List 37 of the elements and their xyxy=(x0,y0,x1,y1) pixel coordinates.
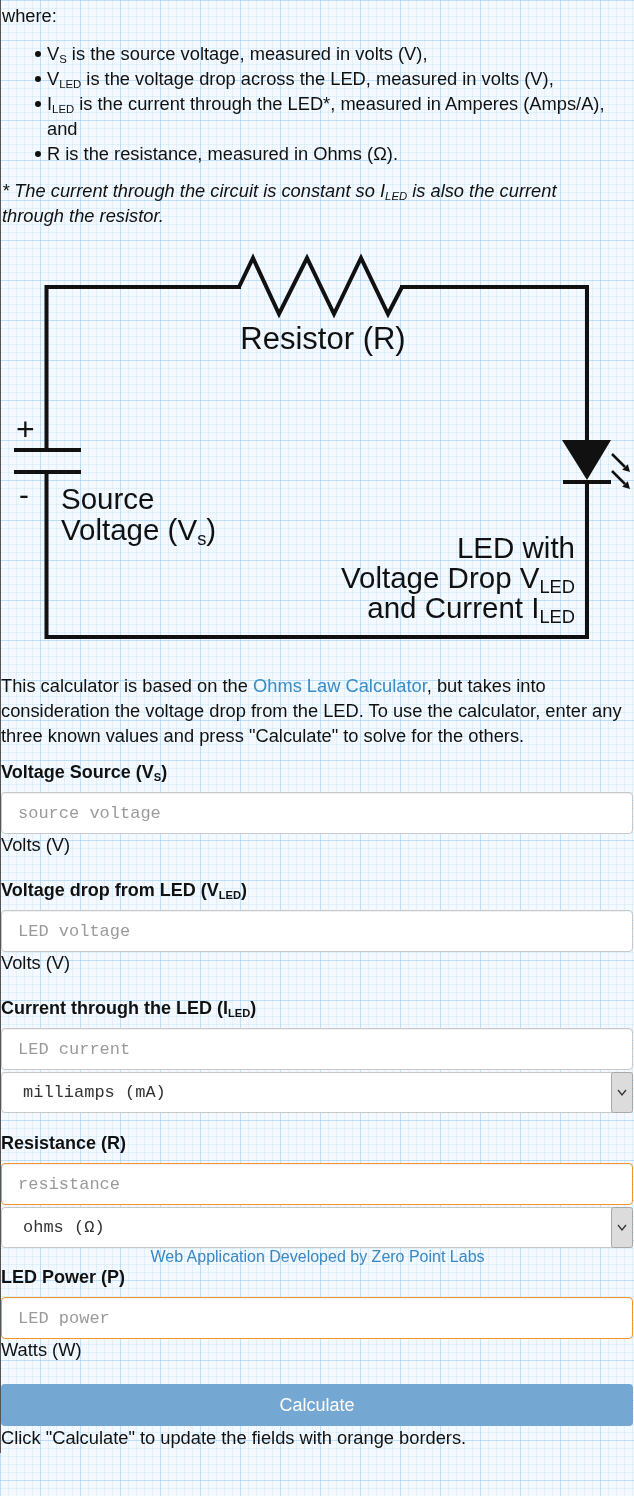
hint-text: Click "Calculate" to update the fields with orange borders. xyxy=(1,1426,468,1449)
led-symbol xyxy=(562,440,630,489)
description-paragraph: This calculator is based on the Ohms Law Calculator, but takes into consideration the voltage drop from the LED. To use the calculator, enter any three known values and press "Calculate" to solve for the others. xyxy=(1,674,623,748)
input-field[interactable]: LED voltage xyxy=(1,910,633,952)
field-label: LED Power (P) xyxy=(1,1266,126,1288)
led-label: LED with Voltage Drop V$_{LED}$ and Current I$_{LED}$ xyxy=(341,533,575,623)
source-label: Source Voltage (V$_{s}$) xyxy=(61,483,217,545)
unit-label: Watts (W) xyxy=(1,1339,83,1361)
credit-text: Web Application Developed by Zero Point Labs xyxy=(149,1248,486,1265)
definition-text: V$_{LED}$ is the voltage drop across the LED, measured in volts (V), xyxy=(47,67,555,91)
footnote-text: * The current through the circuit is constant so I$_{LED}$ is also the current through the resistor. xyxy=(1,179,558,228)
intro-text: where: xyxy=(1,4,58,28)
bullet-icon xyxy=(35,51,41,57)
field-label: Voltage drop from LED (V$_{LED}$) xyxy=(1,879,248,901)
unit-label: Volts (V) xyxy=(1,952,72,974)
definition-text: V$_{S}$ is the source voltage, measured in volts (V), xyxy=(47,42,429,66)
unit-select[interactable]: milliamps (mA) xyxy=(1,1072,633,1113)
input-field[interactable]: LED power xyxy=(1,1297,633,1339)
negative-sign: - xyxy=(19,478,29,512)
input-field[interactable]: resistance xyxy=(1,1163,633,1205)
bullet-icon xyxy=(35,101,41,107)
bullet-icon xyxy=(35,76,41,82)
chevron-icon xyxy=(611,1072,633,1113)
resistor-label: Resistor (R) xyxy=(239,322,407,356)
input-field[interactable]: source voltage xyxy=(1,792,633,834)
field-label: Current through the LED (I$_{LED}$) xyxy=(1,997,258,1019)
bullet-icon xyxy=(35,151,41,157)
unit-label: Volts (V) xyxy=(1,834,72,856)
definition-text: R is the resistance, measured in Ohms (Ω). xyxy=(47,142,399,166)
chevron-icon xyxy=(611,1207,633,1248)
unit-select[interactable]: ohms (Ω) xyxy=(1,1207,633,1248)
field-label: Resistance (R) xyxy=(1,1132,128,1154)
definition-text: I$_{LED}$ is the current through the LED*, measured in Amperes (Amps/A), and xyxy=(47,92,606,141)
battery-symbol xyxy=(14,448,81,474)
field-label: Voltage Source (V$_{S}$) xyxy=(1,761,169,783)
input-field[interactable]: LED current xyxy=(1,1028,633,1070)
positive-sign: + xyxy=(16,412,35,446)
